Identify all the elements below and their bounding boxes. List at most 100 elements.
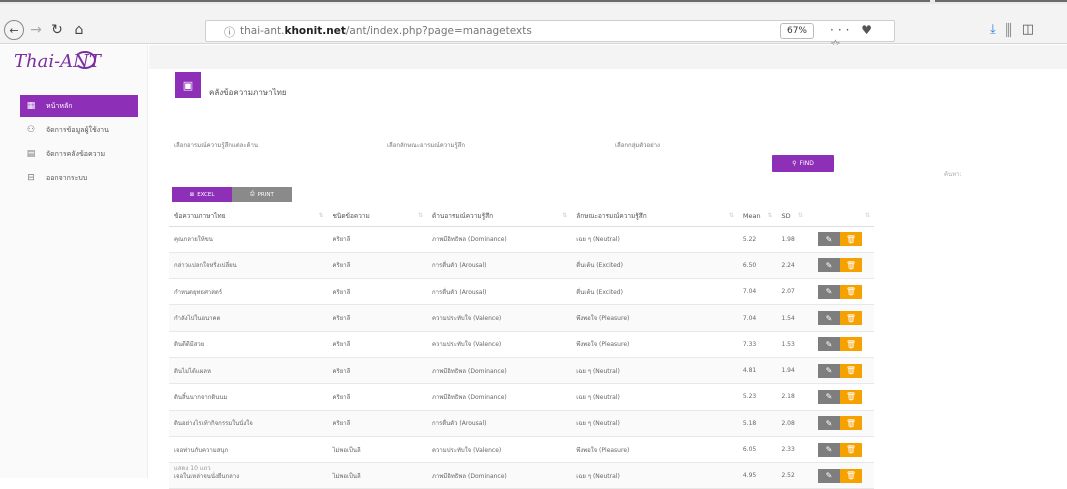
sort-icon: ⇅	[728, 212, 734, 219]
delete-icon[interactable]: 🗑︎	[839, 232, 862, 247]
delete-icon[interactable]: 🗑︎	[839, 337, 862, 352]
edit-icon[interactable]: ✎	[817, 337, 840, 352]
col-header-text[interactable]: ข้อความภาษาไทย ⇅	[169, 206, 328, 227]
cell-actions: ✎ 🗑︎	[806, 436, 874, 464]
edit-icon[interactable]: ✎	[817, 416, 840, 431]
cell-type: คริยาลี	[327, 304, 428, 332]
forward-arrow-icon[interactable]: →	[29, 20, 43, 40]
cell-actions: ✎ 🗑︎	[806, 331, 874, 358]
sort-icon: ⇅	[767, 212, 773, 219]
library-icon[interactable]: ⫼	[1006, 22, 1022, 37]
logout-icon: ⊟	[27, 173, 35, 183]
back-arrow-icon[interactable]: ←	[4, 20, 24, 40]
col-header-actions: ⇅	[806, 206, 874, 227]
toolbar-right-icons[interactable]: ⤓⫼◫	[990, 22, 1044, 37]
delete-icon[interactable]: 🗑︎	[839, 389, 862, 404]
cell-dimension: ภาพมีอิทธิพล (Dominance)	[427, 383, 572, 411]
table-row: เจอในเหล่าจนนั่งยืนกลาง ไม่พอเป็นลี ภาพมีอ…	[169, 462, 874, 489]
col-header-emotion[interactable]: ลักษณะอารมณ์ความรู้สึก ⇅	[571, 206, 738, 227]
delete-icon[interactable]: 🗑︎	[839, 442, 862, 457]
sort-icon: ⇅	[417, 212, 424, 219]
edit-icon[interactable]: ✎	[817, 468, 840, 483]
filter-emotion-type[interactable]: เลือกลักษณะอารมณ์ความรู้สึก	[387, 140, 465, 150]
edit-icon[interactable]: ✎	[817, 389, 840, 404]
cell-emotion: พึงพอใจ (Pleasure)	[571, 436, 738, 464]
cell-actions: ✎ 🗑︎	[806, 252, 874, 280]
main-content: ▣ คลังข้อความภาษาไทย เลือกอารมณ์ความรู้ส…	[149, 45, 1067, 489]
cell-emotion: พึงพอใจ (Pleasure)	[571, 304, 738, 332]
zoom-level[interactable]: 67%	[780, 23, 814, 39]
cell-actions: ✎ 🗑︎	[806, 278, 874, 306]
cell-actions: ✎ 🗑︎	[806, 383, 874, 411]
table-row: ดินไม่ได้แผลห คริยาลี ภาพมีอิทธิพล (Domina…	[169, 357, 874, 385]
cell-dimension: ความประทับใจ (Valence)	[427, 304, 572, 332]
cell-mean: 7.04	[737, 278, 777, 306]
table-row: ดินดีดีมีสวย คริยาลี ความประทับใจ (Valence…	[169, 331, 874, 358]
reload-icon[interactable]: ↻	[50, 20, 64, 40]
excel-label: EXCEL	[197, 191, 215, 198]
sidebar-item-label: จัดการคลังข้อความ	[46, 149, 106, 158]
cell-actions: ✎ 🗑︎	[806, 462, 874, 489]
edit-icon[interactable]: ✎	[817, 258, 840, 273]
sort-icon: ⇅	[318, 212, 324, 219]
cell-type: คริยาลี	[327, 383, 428, 411]
col-header-mean[interactable]: Mean ⇅	[737, 206, 777, 227]
cell-sd: 2.07	[776, 278, 807, 306]
col-header-type[interactable]: ชนิดข้อความ ⇅	[327, 206, 428, 227]
edit-icon[interactable]: ✎	[817, 284, 840, 299]
excel-button[interactable]: ⊠ EXCEL	[172, 187, 232, 202]
edit-icon[interactable]: ✎	[817, 311, 840, 326]
find-button[interactable]: ⚲ FIND	[772, 155, 834, 172]
excel-icon: ⊠	[189, 191, 195, 198]
cell-text: ดินดีดีมีสวย	[169, 331, 328, 358]
cell-sd: 2.33	[776, 436, 807, 464]
table-row: กล่าวแปลกใจหริ่งเปลี่ยน คริยาลี การตื่นตัว…	[169, 252, 874, 280]
cell-mean: 4.81	[737, 357, 777, 385]
grid-icon: ▤	[26, 149, 36, 159]
delete-icon[interactable]: 🗑︎	[839, 284, 862, 299]
cell-type: คริยาลี	[327, 331, 428, 358]
cell-emotion: เฉย ๆ (Neutral)	[571, 410, 738, 437]
download-icon[interactable]: ⤓	[990, 22, 1006, 37]
sidebar-item-label: ออกจากระบบ	[46, 173, 88, 182]
sort-icon: ⇅	[797, 212, 803, 219]
delete-icon[interactable]: 🗑︎	[839, 258, 862, 273]
cell-sd: 2.18	[776, 383, 807, 411]
delete-icon[interactable]: 🗑︎	[839, 363, 862, 378]
table-row: กำหนดยุทธศาสตร์ คริยาลี การตื่นตัว (Arousa…	[169, 278, 874, 306]
browser-toolbar: ← → ↻ ⌂ ⓘ thai-ant.khonit.net/ant/index.…	[0, 0, 1067, 51]
sidebar-item-texts[interactable]: ▤ จัดการคลังข้อความ	[20, 143, 138, 165]
address-bar[interactable]: ⓘ thai-ant.khonit.net/ant/index.php?page…	[205, 20, 895, 51]
cell-sd: 2.08	[776, 410, 807, 437]
col-header-sd[interactable]: SD ⇅	[776, 206, 807, 227]
sidebar: Thai-ANT ▦ หน้าหลัก ⚇ จัดการข้อมูลผู้ใช้…	[0, 45, 148, 478]
cell-text: เจอท่านกับความสนุก	[169, 436, 328, 464]
home-icon[interactable]: ⌂	[72, 20, 86, 40]
filter-sample-group[interactable]: เลือกกลุ่มตัวอย่าง	[615, 140, 660, 150]
cell-emotion: เฉย ๆ (Neutral)	[571, 226, 738, 253]
cell-sd: 1.53	[776, 331, 807, 358]
cell-text: กำหนดยุทธศาสตร์	[169, 278, 328, 306]
top-bar	[149, 45, 1067, 69]
folder-icon: ▣	[175, 72, 201, 98]
print-button[interactable]: ⎙ PRINT	[232, 187, 292, 202]
sidebar-item-logout[interactable]: ⊟ ออกจากระบบ	[20, 167, 138, 189]
cell-dimension: การตื่นตัว (Arousal)	[427, 252, 572, 280]
delete-icon[interactable]: 🗑︎	[839, 311, 862, 326]
filter-emotion-dimension[interactable]: เลือกอารมณ์ความรู้สึกแต่ละด้าน	[174, 140, 258, 150]
sidebar-item-home[interactable]: ▦ หน้าหลัก	[20, 95, 138, 117]
sidebar-toggle-icon[interactable]: ◫	[1022, 22, 1044, 37]
col-header-dimension[interactable]: ด้านอารมณ์ความรู้สึก ⇅	[427, 206, 572, 227]
cell-text: คุณกลายให้ขน	[169, 226, 328, 253]
table-row: ดินสิ้นนากจากดินนม คริยาลี ภาพมีอิทธิพล (D…	[169, 383, 874, 411]
info-icon[interactable]: ⓘ	[224, 24, 235, 40]
app-logo[interactable]: Thai-ANT	[14, 51, 101, 72]
edit-icon[interactable]: ✎	[817, 442, 840, 457]
delete-icon[interactable]: 🗑︎	[839, 416, 862, 431]
cell-actions: ✎ 🗑︎	[806, 410, 874, 437]
edit-icon[interactable]: ✎	[817, 232, 840, 247]
sidebar-item-users[interactable]: ⚇ จัดการข้อมูลผู้ใช้งาน	[20, 119, 138, 141]
edit-icon[interactable]: ✎	[817, 363, 840, 378]
cell-type: คริยาลี	[327, 357, 428, 385]
delete-icon[interactable]: 🗑︎	[839, 468, 862, 483]
